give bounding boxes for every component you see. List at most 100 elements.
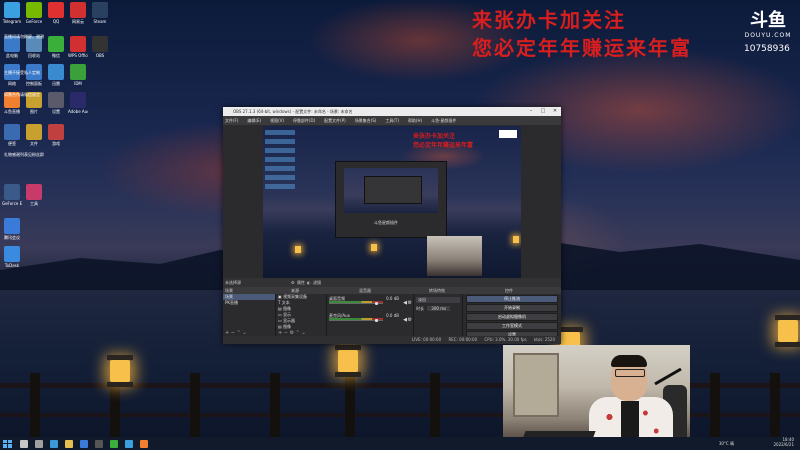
properties-button[interactable]: 属性 (297, 278, 305, 287)
close-icon[interactable]: ✕ (549, 107, 561, 116)
text-icon: T (278, 300, 281, 305)
tray-date[interactable]: 2022/6/21 (773, 442, 794, 447)
desktop-icon[interactable]: Telegram (2, 2, 22, 32)
transition-duration-label: 时长 (416, 306, 424, 311)
volume-slider-handle[interactable] (375, 302, 378, 305)
gear-icon[interactable]: ⚙ (291, 278, 295, 287)
desktop-icon[interactable]: ToDesk (2, 246, 22, 276)
image-icon: ▤ (278, 306, 282, 311)
start-recording-button[interactable]: 开始录制 (466, 304, 558, 312)
menu-file[interactable]: 文件(F) (225, 116, 238, 125)
controls-dock: 停止推流 开始录制 启动虚拟摄像机 工作室模式 设置 (463, 294, 561, 339)
desktop-icon[interactable]: GeForce (24, 2, 44, 32)
menu-help[interactable]: 帮助(H) (408, 116, 422, 125)
virtual-camera-button[interactable]: 启动虚拟摄像机 (466, 313, 558, 321)
lantern-light (107, 355, 133, 387)
desktop-icon-label: 图片 (30, 109, 38, 114)
status-rec: REC: 00:00:00 (448, 337, 478, 342)
scene-item[interactable]: PK直播 (223, 300, 275, 306)
desktop-note: 礼物感谢列表见粉丝群 (4, 152, 44, 157)
desktop-icon[interactable]: 文件 (24, 124, 44, 154)
menu-docks[interactable]: 停靠部件(D) (293, 116, 315, 125)
transition-select[interactable]: 淡出 (416, 297, 460, 303)
desktop-icon-label: 迅雷 (52, 81, 60, 86)
scenes-dock: 场景 PK直播 + − ⌃ ⌄ (223, 294, 276, 336)
filters-button[interactable]: 滤镜 (313, 278, 321, 287)
gear-icon[interactable]: ⚙ (408, 300, 412, 306)
explorer-icon[interactable] (65, 439, 73, 448)
preview-lantern (513, 236, 519, 243)
desktop-icon[interactable]: 迅雷 (46, 64, 66, 94)
lantern-light (335, 345, 361, 377)
speaker-icon[interactable]: ◀ (403, 300, 407, 306)
mixer-dock: 桌面音频 0.0 dB ◀ ⚙ 麦克风/Aux 0.0 dB ◀ ⚙ (327, 294, 414, 336)
dock-header-mixer: 混音器 (359, 288, 371, 293)
desktop-icon[interactable]: 网易云 (68, 2, 88, 32)
desktop-icon[interactable]: 腾讯会议 (2, 218, 22, 248)
menu-tools[interactable]: 工具(T) (385, 116, 399, 125)
system-tray: 30°C 晴 18:40 2022/6/21 (719, 437, 794, 450)
webcam-person-glasses (615, 369, 645, 377)
menu-edit[interactable]: 编辑(E) (247, 116, 261, 125)
obs-preview[interactable]: 来张办卡加关注 您必定年年赚运来年富 斗鱼星颜插件 (263, 126, 521, 278)
filter-icon[interactable]: ◐ (307, 278, 311, 287)
volume-slider-handle[interactable] (375, 319, 378, 322)
nested-preview (344, 168, 438, 213)
taskview-icon[interactable] (35, 439, 43, 448)
desktop-icon[interactable]: 此电脑 (2, 36, 22, 66)
minimize-icon[interactable]: – (525, 107, 537, 116)
preview-lantern (295, 246, 301, 253)
obs-status-bar: LIVE: 00:00:00 REC: 00:00:00 CPU: 3.0%, … (223, 336, 561, 344)
preview-douyu-logo (499, 130, 517, 138)
desktop-icon[interactable]: GeForce Experience (2, 184, 22, 214)
stop-streaming-button[interactable]: 停止推流 (466, 295, 558, 303)
desktop-icon-label: 文件 (30, 141, 38, 146)
desktop-icon-label: 控制面板 (26, 81, 42, 86)
edge-icon[interactable] (50, 439, 58, 448)
desktop-icon-label: 腾讯会议 (4, 235, 20, 240)
desktop-icon[interactable]: 微信 (46, 36, 66, 66)
maximize-icon[interactable]: □ (537, 107, 549, 116)
desktop-note: 如需合作请私信留言 (4, 92, 40, 97)
desktop-icon-label: GeForce Experience (2, 201, 22, 206)
menu-douyu-plugin[interactable]: 斗鱼·星颜插件 (431, 116, 456, 125)
wechat-icon[interactable] (110, 439, 118, 448)
qq-icon[interactable] (125, 439, 133, 448)
store-icon[interactable] (80, 439, 88, 448)
desktop-icon[interactable]: 工具 (24, 184, 44, 214)
dock-header-controls: 控件 (505, 288, 513, 293)
transition-duration-input[interactable]: 300 ms (427, 306, 451, 311)
desktop-icon[interactable]: 回收站 (24, 36, 44, 66)
app-icon (70, 2, 86, 18)
transition-duration-row: 时长 300 ms (416, 306, 460, 312)
douyu-icon[interactable] (140, 439, 148, 448)
start-button[interactable] (3, 439, 13, 448)
desktop-icon-label: IDM (74, 81, 82, 86)
obs-title-bar[interactable]: OBS 27.1.3 (64-bit, windows) - 配置文件: 未命名… (223, 107, 561, 116)
menu-scene-collection[interactable]: 场景集合(S) (355, 116, 377, 125)
studio-mode-button[interactable]: 工作室模式 (466, 322, 558, 330)
desktop-icon[interactable]: 网络 (2, 64, 22, 94)
desktop-icon[interactable]: IDM (68, 64, 88, 94)
tray-weather: 30°C 晴 (718, 441, 734, 446)
desktop-icon[interactable]: 游戏 (46, 124, 66, 154)
douyu-logo-text: DOUYU.COM (744, 32, 792, 39)
display-icon: ▭ (278, 312, 282, 317)
desktop-icon[interactable]: QQ (46, 2, 66, 32)
desktop-icon[interactable]: WPS Office (68, 36, 88, 66)
no-source-label: 未选择源 (225, 280, 241, 285)
desktop-icon-label: 网易云 (72, 19, 84, 24)
gear-icon[interactable]: ⚙ (408, 317, 412, 323)
menu-profile[interactable]: 配置文件(P) (324, 116, 346, 125)
preview-overlay-text: 来张办卡加关注 (413, 133, 456, 140)
search-icon[interactable] (20, 439, 28, 448)
desktop-icon-label: 此电脑 (6, 53, 18, 58)
desktop-icon[interactable]: 便签 (2, 124, 22, 154)
desktop-icon[interactable]: OBS (90, 36, 110, 66)
obs-icon[interactable] (95, 439, 103, 448)
desktop-icon[interactable]: Steam (90, 2, 110, 32)
menu-view[interactable]: 视图(V) (270, 116, 284, 125)
speaker-icon[interactable]: ◀ (403, 317, 407, 323)
desktop-icon[interactable]: 控制面板 (24, 64, 44, 94)
desktop-icon-label: 便签 (8, 141, 16, 146)
